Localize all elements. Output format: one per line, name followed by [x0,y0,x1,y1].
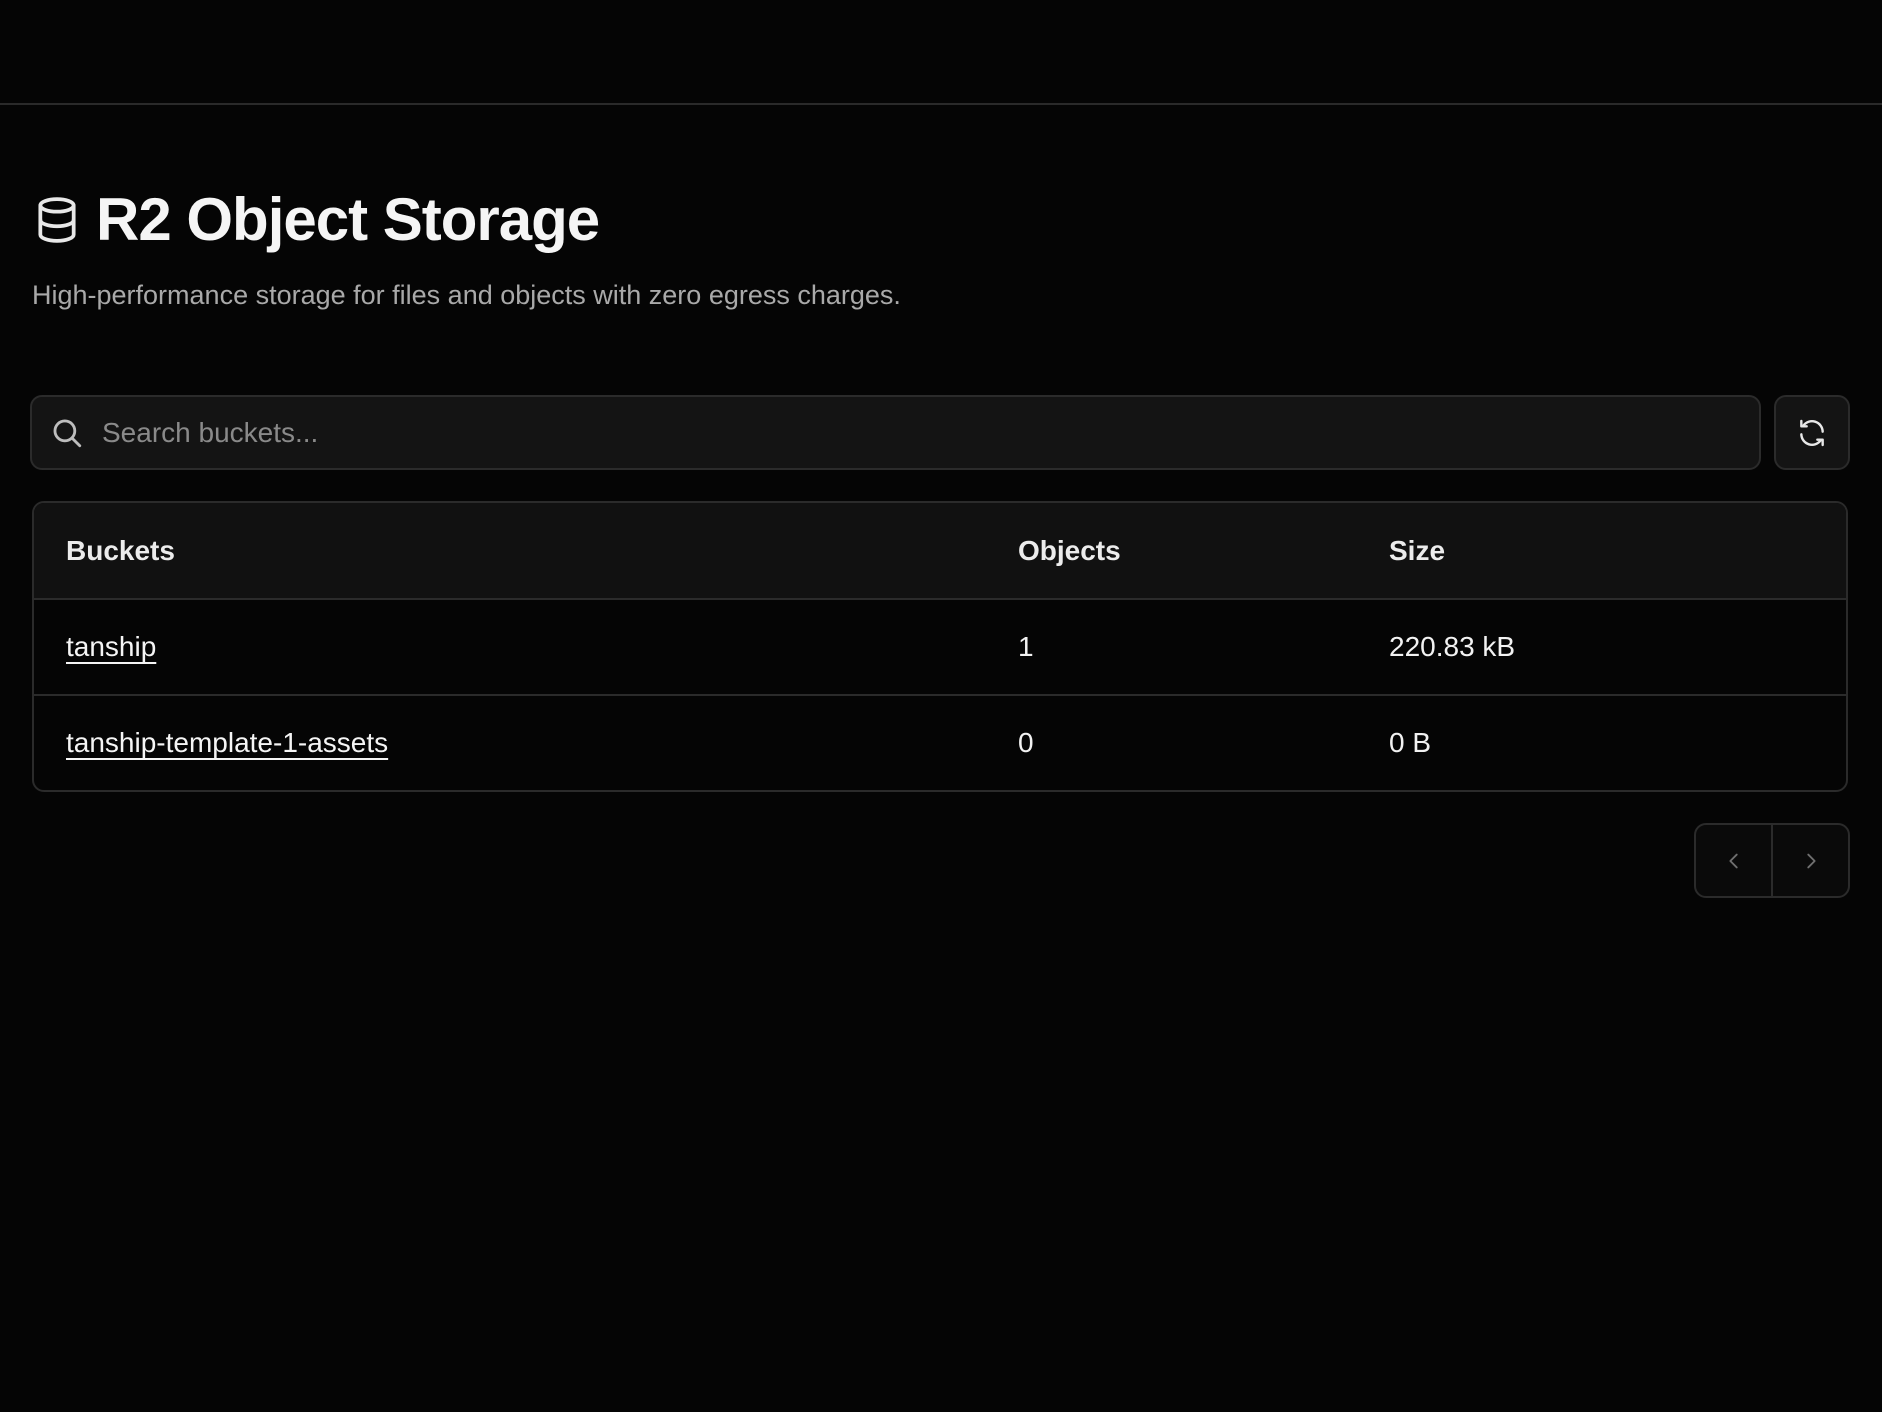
next-page-button[interactable] [1771,825,1848,896]
pagination [1694,823,1850,898]
bucket-name-cell: tanship-template-1-assets [34,727,1018,759]
page-header: R2 Object Storage [32,186,600,253]
search-input[interactable] [100,415,1704,450]
table-row: tanship-template-1-assets 0 0 B [34,694,1846,790]
chevron-left-icon [1728,853,1738,868]
search-icon [53,419,82,447]
table-header-row: Buckets Objects Size [34,503,1846,598]
bucket-name-cell: tanship [34,631,1018,663]
buckets-table: Buckets Objects Size tanship 1 220.83 kB… [32,501,1848,792]
bucket-link[interactable]: tanship-template-1-assets [66,727,388,758]
bucket-size: 220.83 kB [1389,631,1516,662]
search-bar[interactable] [30,395,1761,470]
database-icon [38,197,76,243]
page-title: R2 Object Storage [96,186,600,253]
bucket-link[interactable]: tanship [66,631,156,662]
page-subtitle: High-performance storage for files and o… [32,280,901,310]
previous-page-button[interactable] [1696,825,1771,896]
bucket-size: 0 B [1389,727,1432,758]
column-header-size[interactable]: Size [1389,535,1846,567]
table-row: tanship 1 220.83 kB [34,598,1846,694]
objects-count: 0 [1018,727,1034,758]
refresh-button[interactable] [1774,395,1850,470]
column-header-objects[interactable]: Objects [1018,535,1389,567]
refresh-icon [1800,419,1824,446]
objects-count: 1 [1018,631,1034,662]
chevron-right-icon [1806,853,1816,868]
top-bar [0,0,1882,105]
column-header-buckets[interactable]: Buckets [34,535,1018,567]
